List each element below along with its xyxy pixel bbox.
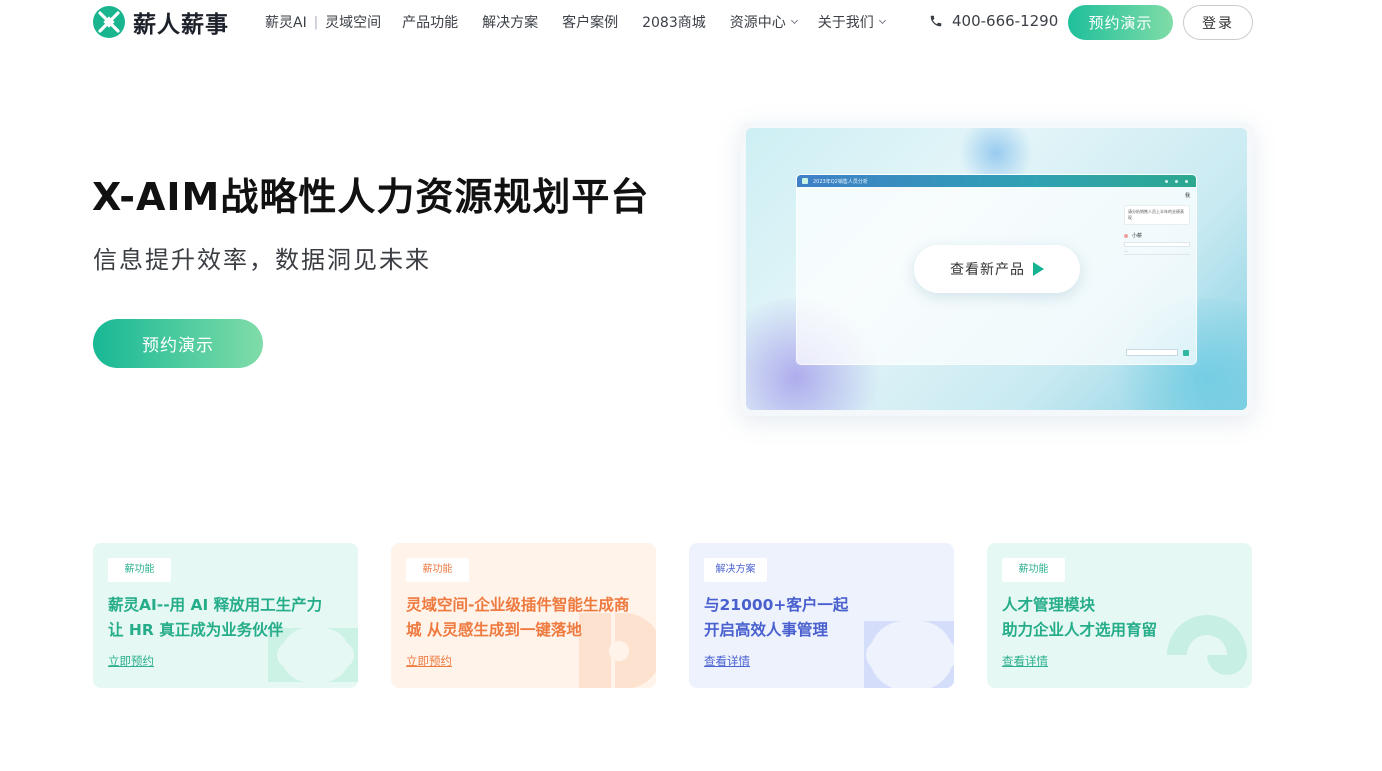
card-tag: 薪功能	[1002, 558, 1065, 582]
book-demo-button[interactable]: 预约演示	[1068, 5, 1173, 40]
phone-number: 400-666-1290	[952, 12, 1059, 30]
window-dot-icon	[1185, 179, 1188, 183]
book-now-link[interactable]: 立即预约	[108, 653, 154, 669]
xinrenxinshi-logo-icon	[93, 6, 125, 38]
feature-card-lingyu-space[interactable]: 薪功能 灵域空间-企业级插件智能生成商 城 从灵感生成到一键落地 立即预约	[391, 543, 656, 688]
book-now-link[interactable]: 立即预约	[406, 653, 452, 669]
chat-bot-label: 小薪	[1132, 233, 1143, 239]
window-controls	[1165, 179, 1188, 183]
brand-logo[interactable]: 薪人薪事	[92, 5, 229, 39]
chat-typing: ···	[1124, 249, 1190, 255]
view-details-link[interactable]: 查看详情	[1002, 653, 1048, 669]
phone-icon	[930, 15, 942, 27]
brand-name: 薪人薪事	[133, 12, 229, 38]
window-dot-icon	[1165, 179, 1168, 183]
chat-bot-row: 小薪	[1124, 232, 1190, 239]
chevron-down-icon	[790, 16, 798, 24]
card-title: 薪灵AI--用 AI 释放用工生产力 让 HR 真正成为业务伙伴	[108, 596, 323, 639]
card-tag: 薪功能	[108, 558, 171, 582]
phone-contact[interactable]: 400-666-1290	[929, 12, 1058, 30]
card-title: 与21000+客户一起 开启高效人事管理	[704, 596, 849, 639]
video-thumbnail: 2023年Q2销售人员分析 我 请分析销售人员上半年的业绩表现 小薪 ··· 查…	[746, 128, 1247, 410]
nav-item-2083-mall[interactable]: 2083商城	[642, 12, 706, 32]
card-tag: 解决方案	[704, 558, 767, 582]
top-header: 薪人薪事 薪灵AI | 灵域空间 产品功能 解决方案 客户案例 2083商城 资…	[0, 0, 1382, 44]
hero-book-demo-button[interactable]: 预约演示	[93, 319, 263, 368]
hero-subtitle: 信息提升效率，数据洞见未来	[93, 246, 431, 274]
feature-card-talent-management[interactable]: 薪功能 人才管理模块 助力企业人才选用育留 查看详情	[987, 543, 1252, 688]
chat-reply-box	[1124, 242, 1190, 247]
card-title: 人才管理模块 助力企业人才选用育留	[1002, 596, 1158, 639]
nav-item-about-us-label: 关于我们	[817, 15, 874, 31]
feature-card-xinling-ai[interactable]: 薪功能 薪灵AI--用 AI 释放用工生产力 让 HR 真正成为业务伙伴 立即预…	[93, 543, 358, 688]
feature-card-solutions[interactable]: 解决方案 与21000+客户一起 开启高效人事管理 查看详情	[689, 543, 954, 688]
nav-item-customer-cases[interactable]: 客户案例	[562, 12, 618, 32]
window-dot-icon	[1175, 179, 1178, 183]
nav-item-resource-center[interactable]: 资源中心	[729, 12, 798, 32]
chevron-down-icon	[878, 16, 886, 24]
mock-window-titlebar: 2023年Q2销售人员分析	[797, 175, 1196, 187]
nav-item-resource-center-label: 资源中心	[729, 15, 786, 31]
chat-question: 请分析销售人员上半年的业绩表现	[1124, 205, 1190, 225]
view-new-product-button[interactable]: 查看新产品	[914, 245, 1080, 293]
send-icon	[1183, 350, 1189, 356]
mock-chat-input	[1126, 349, 1178, 356]
hero-title: X-AIM战略性人力资源规划平台	[92, 175, 650, 219]
nav-item-solutions[interactable]: 解决方案	[482, 12, 538, 32]
play-icon	[1033, 262, 1044, 276]
nav-item-product-features[interactable]: 产品功能	[402, 12, 458, 32]
view-new-product-label: 查看新产品	[950, 262, 1025, 278]
nav-item-about-us[interactable]: 关于我们	[817, 12, 886, 32]
chat-user-label: 我	[1184, 193, 1190, 199]
nav-item-xinling-ai[interactable]: 薪灵AI	[265, 12, 307, 32]
app-icon	[802, 178, 808, 184]
card-title: 灵域空间-企业级插件智能生成商 城 从灵感生成到一键落地	[406, 596, 630, 639]
nav-item-lingyu-space[interactable]: 灵域空间	[325, 12, 381, 32]
mock-window-title: 2023年Q2销售人员分析	[813, 178, 868, 185]
bot-avatar-icon	[1124, 233, 1128, 238]
mock-chat-panel: 我 请分析销售人员上半年的业绩表现 小薪 ···	[1124, 192, 1190, 255]
product-video-preview[interactable]: 2023年Q2销售人员分析 我 请分析销售人员上半年的业绩表现 小薪 ··· 查…	[740, 122, 1253, 416]
login-button[interactable]: 登录	[1183, 5, 1253, 40]
card-tag: 薪功能	[406, 558, 469, 582]
view-details-link[interactable]: 查看详情	[704, 653, 750, 669]
nav-separator: |	[313, 14, 319, 30]
main-nav: 薪灵AI | 灵域空间 产品功能 解决方案 客户案例 2083商城 资源中心 关…	[265, 12, 886, 32]
